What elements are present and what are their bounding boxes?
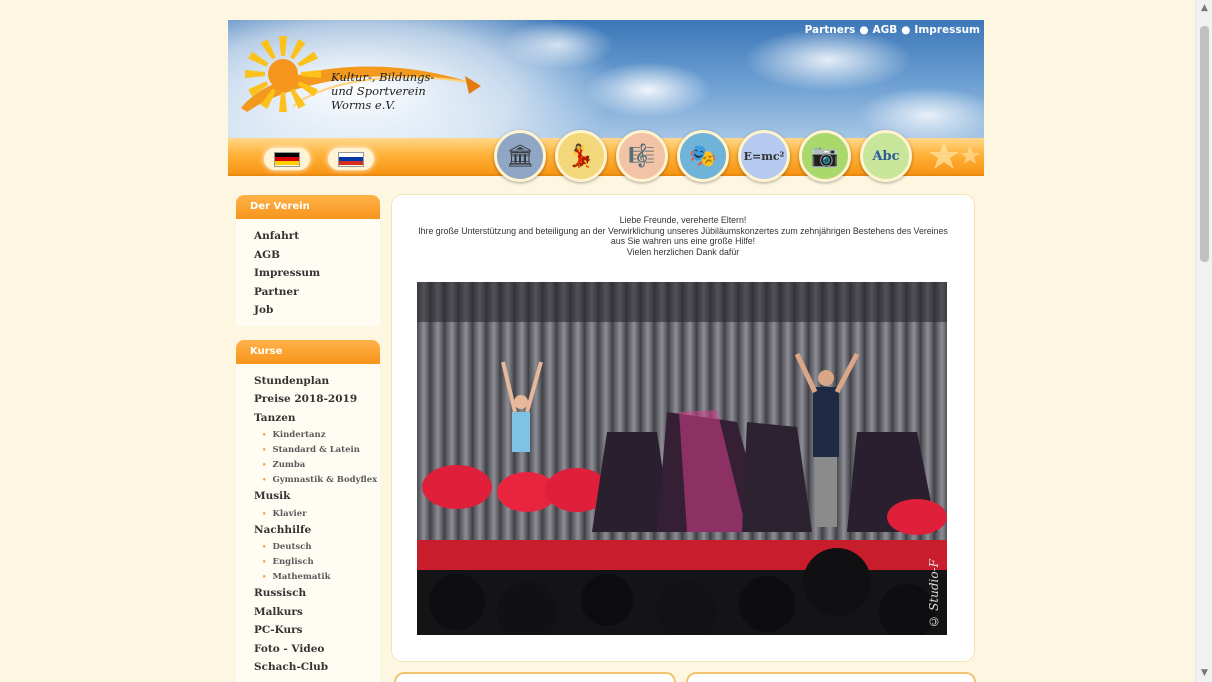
sidebar-item-russisch[interactable]: Russisch [254,584,380,603]
russian-flag-icon [338,151,364,167]
sidebar-item-anfahrt[interactable]: Anfahrt [254,227,380,246]
top-link-impressum[interactable]: Impressum [914,24,980,36]
separator-dot-icon: ● [901,24,911,36]
logo-line-2: und Sportverein [331,84,426,98]
sidebar-subitem-klavier[interactable]: Klavier [254,506,380,521]
scroll-down-arrow-icon[interactable]: ▼ [1196,665,1212,682]
concert-photo-image [417,282,947,635]
main-content: Liebe Freunde, vereherte Eltern! Ihre gr… [392,195,974,661]
alphabet-icon: Abc [872,148,900,164]
top-link-partners[interactable]: Partners [805,24,856,36]
sidebar-item-malkurs[interactable]: Malkurs [254,603,380,622]
sidebar-verein-list: Anfahrt AGB Impressum Partner Job [236,219,380,326]
sidebar-subitem-deutsch[interactable]: Deutsch [254,539,380,554]
sidebar-item-impressum[interactable]: Impressum [254,264,380,283]
nav-music-button[interactable]: 🎼 [616,130,668,182]
sidebar-item-preise[interactable]: Preise 2018-2019 [254,390,380,409]
concert-photo: © Studio-F [417,282,947,635]
top-links: Partners ● AGB ● Impressum [805,24,980,36]
message-greeting: Liebe Freunde, vereherte Eltern! [619,215,747,225]
sidebar-kurse-box: Kurse Stundenplan Preise 2018-2019 Tanze… [236,339,380,682]
sidebar: Der Verein Anfahrt AGB Impressum Partner… [236,195,380,682]
sidebar-subitem-gymnastik[interactable]: Gymnastik & Bodyflex [254,472,380,487]
sidebar-item-agb[interactable]: AGB [254,246,380,265]
sidebar-kurse-title: Kurse [236,339,380,364]
nav-city-button[interactable]: 🏛 [494,130,546,182]
scroll-up-arrow-icon[interactable]: ▲ [1196,0,1212,17]
message-thanks: Vielen herzlichen Dank dafür [626,246,740,257]
sidebar-item-musik[interactable]: Musik [254,487,380,506]
sidebar-verein-box: Der Verein Anfahrt AGB Impressum Partner… [236,195,380,326]
sidebar-item-pc-kurs[interactable]: PC-Kurs [254,621,380,640]
sidebar-item-foto-video[interactable]: Foto - Video [254,640,380,659]
sidebar-item-stundenplan[interactable]: Stundenplan [254,372,380,391]
theater-masks-icon: 🎭 [689,143,717,169]
nav-dance-button[interactable]: 💃 [555,130,607,182]
scrollbar-thumb[interactable] [1200,26,1209,262]
stars-decoration-icon [929,142,980,169]
sidebar-item-partner[interactable]: Partner [254,283,380,302]
education-icon: E=mc² [743,149,785,163]
sidebar-item-nachhilfe[interactable]: Nachhilfe [254,521,380,540]
dance-icon: 💃 [567,143,595,169]
logo-line-3: Worms e.V. [331,98,396,112]
sidebar-subitem-mathematik[interactable]: Mathematik [254,569,380,584]
german-flag-icon [274,151,300,167]
logo-line-1: Kultur-, Bildungs- [331,70,435,84]
nav-education-button[interactable]: E=mc² [738,130,790,182]
music-icon: 🎼 [628,143,656,169]
top-link-agb[interactable]: AGB [872,24,897,36]
sidebar-item-tanzen[interactable]: Tanzen [254,409,380,428]
sidebar-subitem-standard-latein[interactable]: Standard & Latein [254,442,380,457]
bottom-panel-left [394,672,676,682]
sidebar-item-job[interactable]: Job [254,301,380,320]
language-german-button[interactable] [264,148,310,170]
logo-text: Kultur-, Bildungs- und Sportverein Worms… [331,70,434,112]
vertical-scrollbar[interactable]: ▲ ▼ [1195,0,1212,682]
city-icon: 🏛 [506,143,534,169]
sidebar-verein-title: Der Verein [236,195,380,219]
nav-theater-button[interactable]: 🎭 [677,130,729,182]
page-container: Kultur-, Bildungs- und Sportverein Worms… [228,20,984,682]
welcome-message: Liebe Freunde, vereherte Eltern! Ihre gr… [412,215,954,257]
photo-video-icon: 📷 [811,143,839,169]
photo-watermark: © Studio-F [927,559,941,629]
nav-alphabet-button[interactable]: Abc [860,130,912,182]
sidebar-subitem-zumba[interactable]: Zumba [254,457,380,472]
separator-dot-icon: ● [859,24,869,36]
sidebar-subitem-englisch[interactable]: Englisch [254,554,380,569]
sidebar-subitem-kindertanz[interactable]: Kindertanz [254,427,380,442]
message-body: Ihre große Unterstützung and beteiligung… [418,225,948,247]
bottom-panel-right [686,672,976,682]
sidebar-item-schach-club[interactable]: Schach-Club [254,658,380,677]
logo-sun-icon [245,36,321,112]
language-russian-button[interactable] [328,148,374,170]
header-banner: Kultur-, Bildungs- und Sportverein Worms… [228,20,984,140]
sidebar-kurse-list: Stundenplan Preise 2018-2019 Tanzen Kind… [236,364,380,682]
nav-photo-video-button[interactable]: 📷 [799,130,851,182]
